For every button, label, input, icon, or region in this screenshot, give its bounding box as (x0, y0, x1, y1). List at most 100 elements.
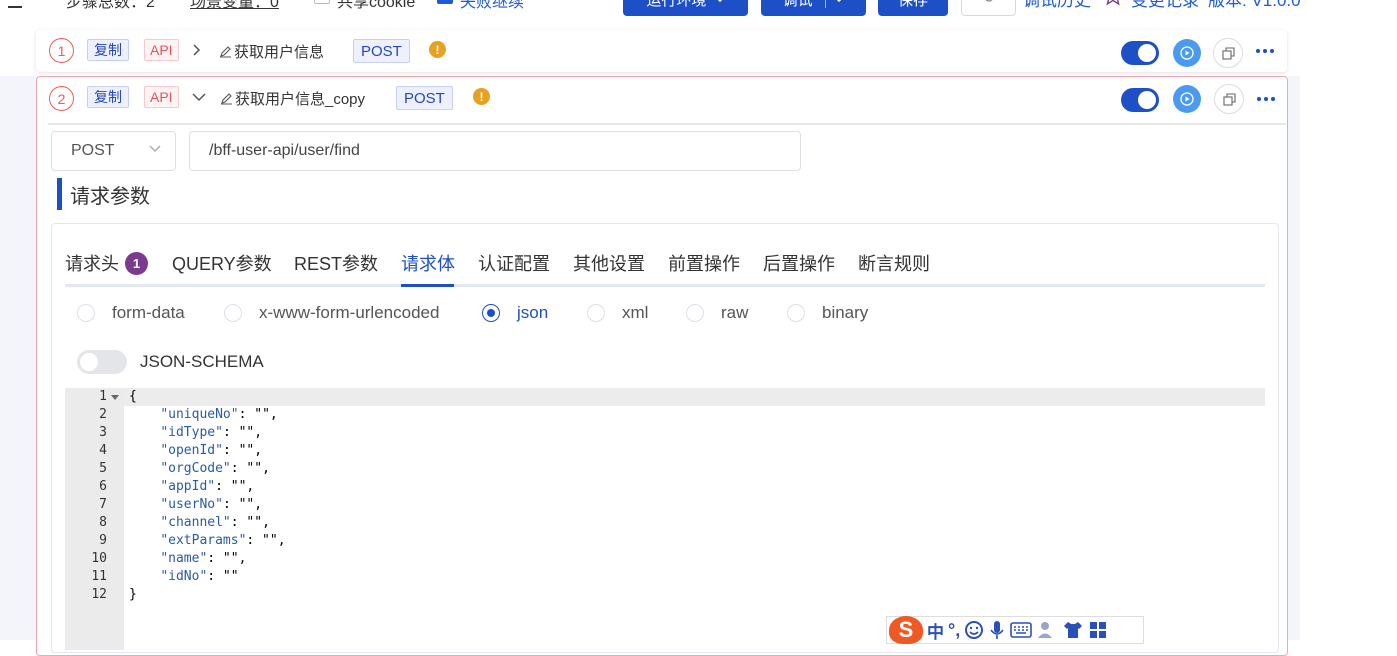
code-line[interactable]: "name": "", (129, 550, 246, 568)
tab-rest[interactable]: REST参数 (294, 250, 378, 276)
debug-button[interactable]: 调试 (761, 0, 866, 16)
line-number: 8 (99, 515, 107, 530)
radio-binary[interactable] (787, 304, 805, 322)
step-name-text: 获取用户信息_copy (235, 91, 366, 108)
ime-punctuation[interactable]: °, (948, 620, 960, 641)
radio-raw[interactable] (686, 304, 704, 322)
url-input-value: /bff-user-api/user/find (209, 142, 360, 159)
line-number: 3 (99, 425, 107, 440)
version-label: 版本: V1.0.0 (1208, 0, 1301, 10)
changelog-link[interactable]: 变更记录 (1131, 0, 1199, 11)
menu-icon[interactable] (8, 0, 22, 8)
tab-body[interactable]: 请求体 (401, 250, 455, 276)
stop-on-fail-label: 失败继续 (460, 0, 525, 11)
edit-icon[interactable] (219, 45, 232, 58)
tab-other[interactable]: 其他设置 (573, 250, 645, 276)
warning-icon: ! (429, 41, 446, 58)
method-tag: POST (396, 86, 453, 110)
divider (48, 123, 1286, 125)
step-index: 2 (49, 86, 74, 111)
duplicate-step-button[interactable] (1214, 84, 1244, 114)
copy-icon (1221, 46, 1235, 60)
chevron-down-icon[interactable] (834, 0, 844, 2)
code-line[interactable]: "idType": "", (129, 424, 262, 442)
tab-headers-label: 请求头 (65, 254, 119, 274)
run-step-button[interactable] (1173, 85, 1201, 113)
microphone-icon[interactable] (988, 620, 1006, 640)
refresh-icon (985, 0, 993, 2)
more-options-icon[interactable] (1256, 89, 1276, 109)
code-line[interactable]: "idNo": "" (129, 568, 238, 586)
radio-urlencoded[interactable] (224, 304, 242, 322)
active-tab-indicator (401, 284, 454, 287)
active-line-highlight (124, 388, 1265, 406)
radio-raw-label[interactable]: raw (721, 303, 748, 323)
radio-form-data[interactable] (77, 304, 95, 322)
radio-form-data-label[interactable]: form-data (112, 303, 185, 323)
code-line[interactable]: "openId": "", (129, 442, 262, 460)
radio-urlencoded-label[interactable]: x-www-form-urlencoded (259, 303, 439, 323)
tab-auth[interactable]: 认证配置 (478, 250, 550, 276)
share-cookie-checkbox[interactable] (314, 0, 330, 4)
code-line[interactable]: "uniqueNo": "", (129, 406, 277, 424)
radio-json[interactable] (482, 304, 500, 322)
method-select[interactable]: POST (51, 131, 176, 171)
radio-xml-label[interactable]: xml (622, 303, 648, 323)
history-link[interactable]: 调试历史 (1023, 0, 1091, 11)
code-line[interactable]: "extParams": "", (129, 532, 285, 550)
fold-arrow-icon[interactable] (111, 395, 119, 400)
tab-pre-actions[interactable]: 前置操作 (668, 250, 740, 276)
code-line[interactable]: "orgCode": "", (129, 460, 270, 478)
save-button[interactable]: 保存 (878, 0, 948, 16)
chevron-down-icon[interactable] (192, 93, 206, 102)
step-enable-toggle[interactable] (1121, 41, 1159, 65)
line-number: 11 (91, 569, 107, 584)
tab-headers[interactable]: 请求头 1 (65, 250, 148, 276)
step-name-text: 获取用户信息 (234, 44, 325, 61)
run-env-button[interactable]: 运行环境 (623, 0, 748, 16)
chevron-down-icon (149, 145, 161, 152)
ime-mode-toggle[interactable]: 中 (927, 618, 944, 643)
json-schema-toggle[interactable] (77, 350, 127, 374)
tab-assertions[interactable]: 断言规则 (858, 250, 930, 276)
star-icon[interactable] (1103, 0, 1123, 6)
method-tag: POST (353, 39, 410, 63)
chevron-down-icon (717, 0, 722, 2)
step-name[interactable]: 获取用户信息 (219, 41, 324, 62)
stop-on-fail-checkbox[interactable] (437, 0, 453, 4)
code-line[interactable]: } (129, 586, 137, 604)
top-toolbar: 步骤总数：2 场景变量：0 共享cookie 失败继续 运行环境 调试 保存 调… (0, 0, 1397, 24)
code-line[interactable]: "userNo": "", (129, 496, 262, 514)
url-input[interactable]: /bff-user-api/user/find (189, 131, 801, 171)
emoji-icon[interactable] (964, 620, 984, 640)
duplicate-step-button[interactable] (1213, 38, 1243, 68)
run-step-button[interactable] (1173, 39, 1201, 67)
radio-xml[interactable] (587, 304, 605, 322)
json-body-editor[interactable]: 1 2 3 4 5 6 7 8 9 10 11 12 { "uniqueNo": "", "idTyp… (65, 388, 1265, 650)
copy-tag: 复制 (87, 86, 129, 108)
tab-post-actions[interactable]: 后置操作 (763, 250, 835, 276)
code-line[interactable]: "appId": "", (129, 478, 254, 496)
toolbox-grid-icon[interactable] (1088, 620, 1108, 640)
line-number: 4 (99, 443, 107, 458)
skin-icon[interactable] (1062, 620, 1084, 640)
step-name[interactable]: 获取用户信息_copy (220, 88, 365, 109)
user-settings-icon[interactable] (1036, 620, 1058, 640)
radio-binary-label[interactable]: binary (822, 303, 868, 323)
code-line[interactable]: { (129, 388, 137, 406)
chevron-right-icon[interactable] (193, 44, 201, 56)
line-number: 5 (99, 461, 107, 476)
warning-icon: ! (473, 88, 490, 105)
step-index: 1 (49, 38, 74, 63)
refresh-button[interactable] (961, 0, 1016, 16)
step-enable-toggle[interactable] (1121, 88, 1159, 112)
step-row-1[interactable]: 1 复制 API 获取用户信息 POST ! (36, 30, 1287, 72)
edit-icon[interactable] (220, 92, 233, 105)
scene-vars-link[interactable]: 场景变量：0 (190, 0, 279, 12)
code-line[interactable]: "channel": "", (129, 514, 270, 532)
tab-query[interactable]: QUERY参数 (172, 250, 272, 276)
more-options-icon[interactable] (1255, 41, 1275, 61)
keyboard-icon[interactable] (1010, 621, 1033, 639)
radio-json-label[interactable]: json (517, 303, 548, 323)
line-number: 1 (99, 389, 107, 404)
